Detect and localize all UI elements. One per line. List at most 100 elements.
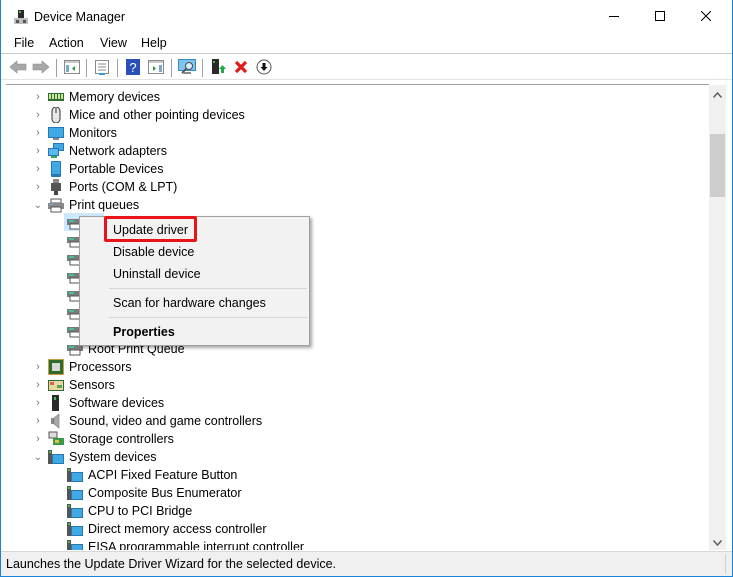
close-icon: [700, 10, 712, 24]
device-manager-app-icon: [13, 9, 29, 25]
tree-item-system-devices[interactable]: System devices: [48, 448, 157, 466]
scroll-down-button[interactable]: [709, 533, 726, 550]
menu-item-label: Uninstall device: [113, 267, 201, 281]
back-button[interactable]: [9, 59, 27, 77]
expand-chevron[interactable]: ›: [33, 376, 43, 394]
show-hide-action-pane-button[interactable]: [147, 59, 165, 77]
tree-item-memory-devices[interactable]: Memory devices: [48, 88, 160, 106]
expand-chevron[interactable]: ›: [33, 430, 43, 448]
expand-chevron[interactable]: ›: [33, 394, 43, 412]
tree-item-sound[interactable]: Sound, video and game controllers: [48, 412, 262, 430]
system-device-icon: [67, 521, 83, 537]
tree-item-processors[interactable]: Processors: [48, 358, 132, 376]
scroll-up-button[interactable]: [709, 85, 726, 102]
tree-item-label: Network adapters: [69, 144, 167, 158]
tree-item-label: Processors: [69, 360, 132, 374]
tree-item-mice[interactable]: Mice and other pointing devices: [48, 106, 245, 124]
expand-chevron[interactable]: ›: [33, 88, 43, 106]
maximize-icon: [655, 10, 665, 24]
collapse-chevron[interactable]: ⌄: [33, 448, 43, 466]
minimize-icon: [609, 10, 619, 24]
storage-icon: [48, 431, 64, 447]
expand-chevron[interactable]: ›: [33, 412, 43, 430]
menu-action[interactable]: Action: [49, 36, 84, 50]
menu-file[interactable]: File: [14, 36, 34, 50]
menu-item-label: Properties: [113, 325, 175, 339]
vertical-scrollbar[interactable]: [709, 85, 726, 550]
tree-item-monitors[interactable]: Monitors: [48, 124, 117, 142]
tree-item-label: ACPI Fixed Feature Button: [88, 468, 238, 482]
status-text: Launches the Update Driver Wizard for th…: [6, 557, 337, 571]
monitor-icon: [48, 125, 64, 141]
processor-icon: [48, 359, 64, 375]
context-menu-scan-hardware[interactable]: Scan for hardware changes: [80, 292, 309, 314]
tree-item-label: Composite Bus Enumerator: [88, 486, 242, 500]
collapse-chevron[interactable]: ⌄: [33, 196, 43, 214]
uninstall-device-toolbar-button[interactable]: [232, 59, 250, 77]
system-device-item[interactable]: Direct memory access controller: [67, 520, 267, 538]
scan-hardware-button[interactable]: [178, 58, 196, 77]
system-device-item[interactable]: Composite Bus Enumerator: [67, 484, 242, 502]
context-menu-properties[interactable]: Properties: [80, 321, 309, 343]
disable-device-toolbar-button[interactable]: [255, 59, 273, 77]
update-driver-icon: [210, 58, 226, 78]
forward-button[interactable]: [32, 59, 50, 77]
tree-item-label: EISA programmable interrupt controller: [88, 540, 305, 550]
update-driver-toolbar-button[interactable]: [209, 58, 227, 78]
uninstall-device-icon: [234, 60, 248, 77]
network-icon: [48, 143, 64, 159]
system-device-icon: [67, 467, 83, 483]
software-device-icon: [48, 395, 64, 411]
system-device-icon: [48, 449, 64, 465]
tree-item-label: Portable Devices: [69, 162, 164, 176]
toolbar-separator: [202, 59, 203, 77]
mouse-icon: [48, 106, 64, 124]
show-hide-console-tree-button[interactable]: [63, 59, 81, 77]
expand-chevron[interactable]: ›: [33, 358, 43, 376]
expand-chevron[interactable]: ›: [33, 160, 43, 178]
tree-item-sensors[interactable]: Sensors: [48, 376, 115, 394]
context-menu-uninstall-device[interactable]: Uninstall device: [80, 263, 309, 285]
help-icon: ?: [126, 58, 140, 78]
menu-bar: File Action View Help: [1, 34, 732, 54]
sensor-icon: [48, 377, 64, 393]
system-device-item[interactable]: CPU to PCI Bridge: [67, 502, 192, 520]
expand-chevron[interactable]: ›: [33, 178, 43, 196]
context-menu-disable-device[interactable]: Disable device: [80, 241, 309, 263]
system-device-item[interactable]: ACPI Fixed Feature Button: [67, 466, 237, 484]
back-arrow-icon: [9, 59, 27, 77]
tree-item-print-queues[interactable]: Print queues: [48, 196, 139, 214]
expand-chevron[interactable]: ›: [33, 142, 43, 160]
tree-item-ports[interactable]: Ports (COM & LPT): [48, 178, 177, 196]
properties-button[interactable]: [93, 59, 111, 77]
tree-item-label: Monitors: [69, 126, 117, 140]
toolbar-separator: [56, 59, 57, 77]
help-button[interactable]: ?: [124, 58, 142, 78]
tree-item-storage-controllers[interactable]: Storage controllers: [48, 430, 174, 448]
menu-help[interactable]: Help: [141, 36, 167, 50]
menu-view[interactable]: View: [100, 36, 127, 50]
highlight-annotation-box: [104, 216, 197, 242]
chevron-up-icon: [712, 87, 723, 101]
tree-item-label: Direct memory access controller: [88, 522, 267, 536]
close-button[interactable]: [683, 0, 729, 34]
toolbar-separator: [171, 59, 172, 77]
tree-item-label: Mice and other pointing devices: [69, 108, 245, 122]
tree-item-network-adapters[interactable]: Network adapters: [48, 142, 167, 160]
system-device-item[interactable]: EISA programmable interrupt controller: [67, 538, 304, 550]
tree-item-label: Memory devices: [69, 90, 160, 104]
title-bar: Device Manager: [1, 0, 732, 34]
chevron-down-icon: [712, 535, 723, 549]
scrollbar-thumb[interactable]: [710, 134, 725, 197]
properties-icon: [94, 59, 110, 78]
expand-chevron[interactable]: ›: [33, 124, 43, 142]
minimize-button[interactable]: [591, 0, 637, 34]
status-bar: Launches the Update Driver Wizard for th…: [1, 551, 732, 576]
tree-item-software-devices[interactable]: Software devices: [48, 394, 164, 412]
window-title: Device Manager: [34, 10, 126, 24]
tree-item-portable-devices[interactable]: Portable Devices: [48, 160, 164, 178]
speaker-icon: [48, 413, 64, 429]
disable-device-icon: [256, 59, 272, 78]
maximize-button[interactable]: [637, 0, 683, 34]
expand-chevron[interactable]: ›: [33, 106, 43, 124]
